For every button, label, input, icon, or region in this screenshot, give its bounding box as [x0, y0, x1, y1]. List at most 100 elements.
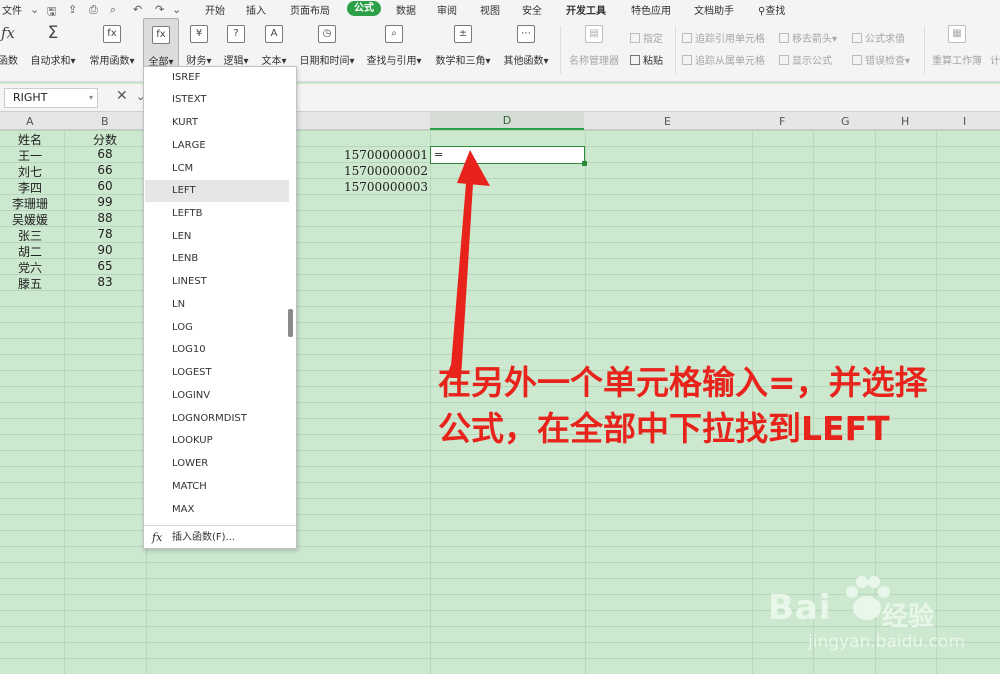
autosum-button[interactable]: Σ 自动求和▾ [26, 18, 80, 82]
cell-b6[interactable]: 88 [66, 211, 144, 225]
function-item-logest[interactable]: LOGEST [145, 362, 289, 384]
preview-icon[interactable]: ⌕ [110, 3, 116, 17]
chevron-down-icon[interactable]: ⌄ [30, 3, 39, 16]
column-header-f[interactable]: F [779, 115, 785, 128]
cell-a4[interactable]: 李四 [0, 179, 60, 196]
function-item-linest[interactable]: LINEST [145, 271, 289, 293]
function-item-lcm[interactable]: LCM [145, 158, 289, 180]
cell-b4[interactable]: 60 [66, 179, 144, 193]
calc-cut-button[interactable]: 计 [988, 18, 1000, 82]
chevron-down-icon[interactable]: ▾ [89, 89, 93, 107]
error-check-button[interactable]: 错误检查▾ [852, 52, 910, 67]
active-cell-d2[interactable]: = [430, 146, 587, 166]
tab-insert[interactable]: 插入 [246, 2, 266, 17]
function-item-isref[interactable]: ISREF [145, 67, 289, 89]
share-icon[interactable]: ⇪ [68, 3, 77, 16]
trace-precedents-button[interactable]: 追踪引用单元格 [682, 30, 765, 45]
insert-function-menu-item[interactable]: fx 插入函数(F)... [144, 528, 296, 548]
function-item-len[interactable]: LEN [145, 226, 289, 248]
evaluate-formula-button[interactable]: 公式求值 [852, 30, 905, 45]
cell-a8[interactable]: 胡二 [0, 243, 60, 260]
function-item-match[interactable]: MATCH [145, 476, 289, 498]
cell-a3[interactable]: 刘七 [0, 163, 60, 180]
function-item-log10[interactable]: LOG10 [145, 339, 289, 361]
function-item-lognormdist[interactable]: LOGNORMDIST [145, 408, 289, 430]
all-functions-button[interactable]: fx 全部▾ [143, 18, 179, 68]
tab-security[interactable]: 安全 [522, 2, 542, 17]
name-manager-button[interactable]: ▤ 名称管理器 [566, 18, 622, 82]
function-item-left[interactable]: LEFT [145, 180, 289, 202]
column-header-g[interactable]: G [841, 115, 850, 128]
more-functions-button[interactable]: ⋯ 其他函数▾ [498, 18, 554, 82]
cell-a7[interactable]: 张三 [0, 227, 60, 244]
recalc-workbook-button[interactable]: ▦ 重算工作簿 [928, 18, 986, 82]
tab-formula[interactable]: 公式 [347, 1, 381, 16]
tab-features[interactable]: 特色应用 [631, 2, 671, 17]
tab-data[interactable]: 数据 [396, 2, 416, 17]
cell-a2[interactable]: 王一 [0, 147, 60, 164]
redo-icon[interactable]: ↷ [155, 3, 164, 16]
function-item-lower[interactable]: LOWER [145, 453, 289, 475]
tab-developer[interactable]: 开发工具 [566, 2, 606, 17]
trace-dependents-button[interactable]: 追踪从属单元格 [682, 52, 765, 67]
cell-b5[interactable]: 99 [66, 195, 144, 209]
common-functions-button[interactable]: fx 常用函数▾ [84, 18, 140, 82]
evaluate-icon [852, 33, 862, 43]
column-header-e[interactable]: E [664, 115, 671, 128]
cell-c2[interactable]: 15700000001 [280, 148, 428, 162]
column-header-i[interactable]: I [963, 115, 966, 128]
insert-function-button[interactable]: fx 函数 [0, 18, 22, 82]
remove-arrows-button[interactable]: 移去箭头▾ [779, 30, 837, 45]
datetime-button[interactable]: ◷ 日期和时间▾ [295, 18, 359, 82]
cell-b9[interactable]: 65 [66, 259, 144, 273]
define-name-button[interactable]: 指定 [630, 30, 663, 45]
cell-a1[interactable]: 姓名 [0, 131, 60, 148]
tab-home[interactable]: 开始 [205, 2, 225, 17]
math-button[interactable]: ± 数学和三角▾ [431, 18, 495, 82]
column-header-d[interactable]: D [430, 112, 584, 130]
search-box[interactable]: ⚲查找 [758, 2, 785, 17]
cell-a6[interactable]: 吴媛媛 [0, 211, 60, 228]
column-header-a[interactable]: A [26, 115, 34, 128]
show-formulas-button[interactable]: 显示公式 [779, 52, 832, 67]
lookup-button[interactable]: ⌕ 查找与引用▾ [362, 18, 426, 82]
function-item-loginv[interactable]: LOGINV [145, 385, 289, 407]
column-header-b[interactable]: B [101, 115, 109, 128]
tab-view[interactable]: 视图 [480, 2, 500, 17]
file-menu[interactable]: 文件 [2, 2, 22, 17]
paste-button[interactable]: 粘贴 [630, 52, 663, 67]
name-box[interactable]: RIGHT ▾ [4, 88, 98, 108]
cancel-icon[interactable]: ✕ [116, 88, 128, 104]
function-item-leftb[interactable]: LEFTB [145, 203, 289, 225]
function-item-lenb[interactable]: LENB [145, 248, 289, 270]
function-item-lookup[interactable]: LOOKUP [145, 430, 289, 452]
function-item-log[interactable]: LOG [145, 317, 289, 339]
tab-doc-assistant[interactable]: 文档助手 [694, 2, 734, 17]
function-item-kurt[interactable]: KURT [145, 112, 289, 134]
tab-page-layout[interactable]: 页面布局 [290, 2, 330, 17]
cell-b8[interactable]: 90 [66, 243, 144, 257]
cell-a5[interactable]: 李珊珊 [0, 195, 60, 212]
tab-review[interactable]: 审阅 [437, 2, 457, 17]
cell-a9[interactable]: 党六 [0, 259, 60, 276]
cell-b3[interactable]: 66 [66, 163, 144, 177]
cell-b10[interactable]: 83 [66, 275, 144, 289]
cell-c3[interactable]: 15700000002 [280, 164, 428, 178]
column-header-h[interactable]: H [901, 115, 909, 128]
fill-handle[interactable] [582, 161, 587, 166]
recalc-icon: ▦ [948, 25, 966, 43]
function-item-istext[interactable]: ISTEXT [145, 89, 289, 111]
cell-c4[interactable]: 15700000003 [280, 180, 428, 194]
cell-b1[interactable]: 分数 [66, 131, 144, 148]
function-item-max[interactable]: MAX [145, 499, 289, 521]
cell-b2[interactable]: 68 [66, 147, 144, 161]
dropdown-scrollbar[interactable] [288, 309, 293, 337]
customize-icon[interactable]: ⌄ [172, 3, 181, 16]
cell-a10[interactable]: 滕五 [0, 275, 60, 292]
undo-icon[interactable]: ↶ [133, 3, 142, 16]
cell-b7[interactable]: 78 [66, 227, 144, 241]
print-icon[interactable]: ⎙ [89, 3, 98, 17]
function-item-ln[interactable]: LN [145, 294, 289, 316]
function-item-large[interactable]: LARGE [145, 135, 289, 157]
clock-icon: ◷ [318, 25, 336, 43]
